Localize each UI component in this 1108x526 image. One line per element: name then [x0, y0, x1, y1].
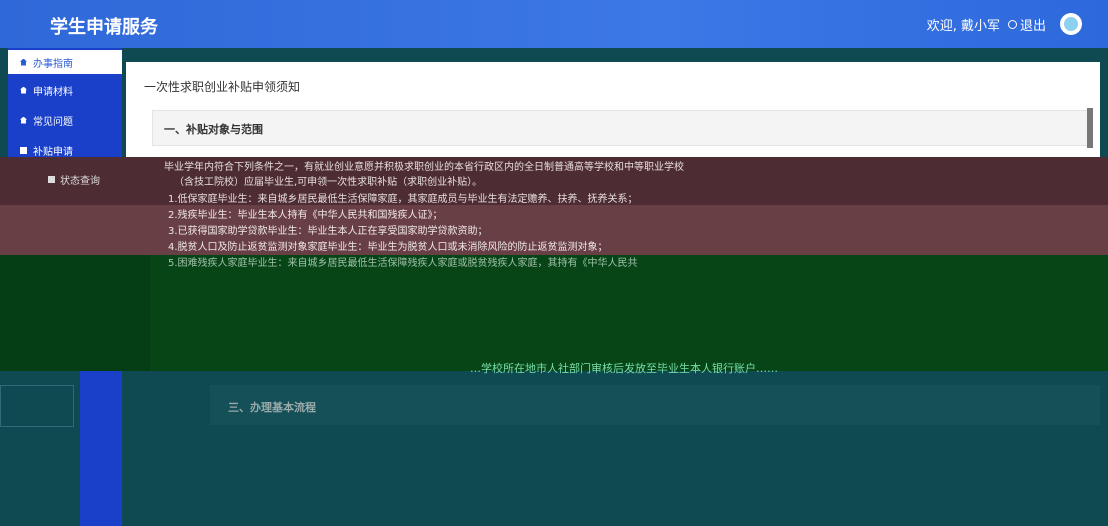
- power-icon: [1007, 19, 1017, 29]
- sidebar-item-status[interactable]: 状态查询: [48, 172, 100, 187]
- body-line: 2.残疾毕业生：毕业生本人持有《中华人民共和国残疾人证》；: [168, 210, 443, 221]
- sidebar-item-label: 申请材料: [33, 86, 73, 98]
- home-icon: [20, 58, 27, 66]
- logout-label: 退出: [1019, 18, 1046, 34]
- sidebar-item-label: 补贴申请: [33, 146, 73, 158]
- lower-side-card: [0, 385, 74, 427]
- document-icon: [20, 146, 27, 154]
- body-line: 4.脱贫人口及防止返贫监测对象家庭毕业生：毕业生为脱贫人口或未消除风险的防止返贫…: [168, 242, 608, 253]
- overlay-band: [150, 255, 1108, 371]
- body-line: 5.困难残疾人家庭毕业生：来自城乡居民最低生活保障残疾人家庭或脱贫残疾人家庭，其…: [168, 258, 638, 269]
- home-button[interactable]: [1060, 13, 1082, 35]
- home-icon: [20, 86, 27, 94]
- sidebar-item-label: 办事指南: [33, 58, 73, 70]
- sidebar-item-label: 常见问题: [33, 116, 73, 128]
- scrollbar[interactable]: [1087, 108, 1093, 148]
- section-header-box: [152, 110, 1088, 146]
- body-line: 毕业学年内符合下列条件之一，有就业创业意愿并积极求职创业的本省行政区内的全日制普…: [164, 162, 684, 173]
- lower-sidebar: [80, 371, 122, 526]
- sidebar-item-guide[interactable]: 办事指南: [8, 50, 122, 74]
- home-icon: [20, 116, 27, 124]
- sidebar-item-label: 状态查询: [60, 176, 100, 187]
- body-line: （含技工院校）应届毕业生,可申领一次性求职补贴（求职创业补贴）。: [174, 177, 483, 188]
- body-line: 3.已获得国家助学贷款毕业生：毕业生本人正在享受国家助学贷款资助；: [168, 226, 488, 237]
- section3-box: [210, 385, 1100, 425]
- home-icon: [1064, 17, 1078, 31]
- body-line: 1.低保家庭毕业生：来自城乡居民最低生活保障家庭，其家庭成员与毕业生有法定赡养、…: [168, 194, 638, 205]
- document-icon: [48, 176, 55, 183]
- faded-text: …学校所在地市人社部门审核后发放至毕业生本人银行账户……: [470, 362, 778, 375]
- section-title: 三、办理基本流程: [228, 401, 316, 414]
- sidebar-item-faq[interactable]: 常见问题: [8, 108, 122, 132]
- welcome-text: 欢迎, 戴小军: [926, 18, 1000, 34]
- logout-button[interactable]: 退出: [1007, 15, 1046, 34]
- page-heading: 一次性求职创业补贴申领须知: [144, 80, 301, 94]
- header-user-area: 欢迎, 戴小军 退出: [927, 12, 1082, 36]
- app-title: 学生申请服务: [50, 17, 158, 38]
- top-header: 学生申请服务 欢迎, 戴小军 退出: [0, 0, 1108, 48]
- sidebar-item-materials[interactable]: 申请材料: [8, 78, 122, 102]
- section-title: 一、补贴对象与范围: [164, 123, 263, 136]
